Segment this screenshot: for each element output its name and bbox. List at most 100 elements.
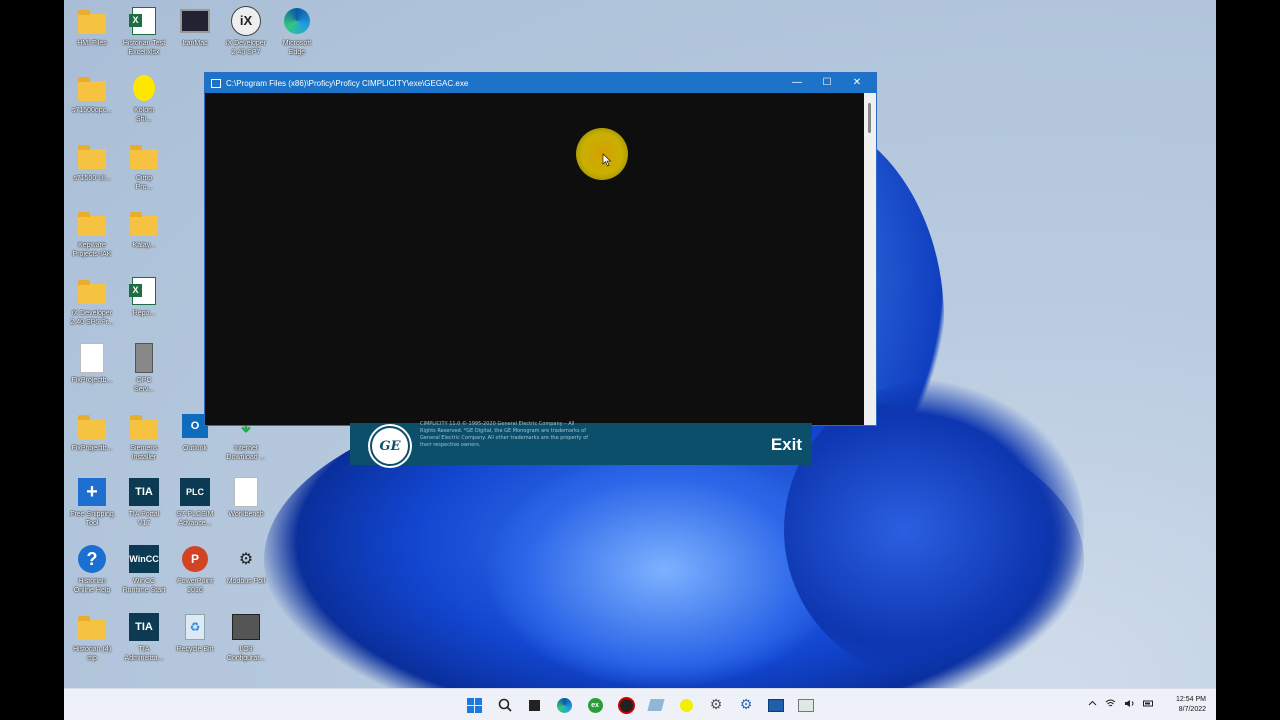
desktop-icon[interactable]: X Repo...	[116, 276, 172, 318]
cursor-highlight	[576, 128, 628, 180]
minimize-button[interactable]: —	[782, 73, 812, 93]
folder-icon	[77, 141, 107, 171]
desktop-icon[interactable]: Kalay...	[116, 208, 172, 250]
excel-icon: X	[129, 6, 159, 36]
desktop-icon[interactable]: ? Historian Online Help	[64, 544, 120, 595]
desktop-icon-label: OPC Serv...	[134, 377, 154, 393]
desktop-icon-label: s71500opc...	[71, 107, 113, 114]
desktop-icon-label: Kalay...	[132, 242, 156, 249]
desktop-icon[interactable]: WinCC WinCC Runtime Start	[116, 544, 172, 595]
console-output[interactable]	[205, 93, 864, 425]
exit-button[interactable]: Exit	[771, 435, 802, 455]
record-icon[interactable]	[616, 695, 636, 715]
close-button[interactable]: ✕	[842, 73, 872, 93]
scrollbar-thumb[interactable]	[868, 103, 871, 133]
desktop-icon[interactable]: P PowerPoint 2016	[167, 544, 223, 595]
desktop-icon-label: Internet Download ...	[226, 445, 266, 461]
desktop-icon[interactable]: iX Developer 2.40 SP6 Pr...	[64, 276, 120, 327]
tia-icon: TIA	[129, 477, 159, 507]
desktop-icon[interactable]: Workbench	[218, 477, 274, 519]
windows-start-icon[interactable]	[464, 695, 484, 715]
control-panel-icon[interactable]: ⚙	[736, 695, 756, 715]
desktop-icon[interactable]: I/O3 Configurat...	[218, 612, 274, 663]
excel-icon[interactable]: ex	[585, 695, 605, 715]
system-tray[interactable]	[1088, 699, 1154, 708]
desktop-icon-label: Free Snipping Tool	[70, 511, 114, 527]
desktop-icon[interactable]: Microsoft Edge	[269, 6, 325, 57]
folder-icon	[129, 411, 159, 441]
desktop-icon-label: FixProjectb...	[71, 445, 113, 452]
desktop-icon[interactable]: FixProjectb...	[64, 343, 120, 385]
remote-icon[interactable]	[766, 695, 786, 715]
desktop-icon-label: WinCC Runtime Start	[122, 578, 166, 594]
desktop-icon[interactable]: TIA TIA Administra...	[116, 612, 172, 663]
desktop-icon[interactable]: FixProjectb...	[64, 411, 120, 453]
console-icon[interactable]	[796, 695, 816, 715]
computer-icon	[180, 6, 210, 36]
desktop-icon[interactable]: Kepware Projects-IAK	[64, 208, 120, 259]
console-window[interactable]: C:\Program Files (x86)\Proficy\Proficy C…	[204, 72, 877, 426]
plcsim-icon: PLC	[180, 477, 210, 507]
folder-icon	[77, 208, 107, 238]
console-scrollbar[interactable]	[864, 93, 876, 425]
desktop-icon[interactable]: TIA TIA Portal V17	[116, 477, 172, 528]
ix-developer-icon: iX	[231, 6, 261, 36]
desktop-icon-label: iX Developer 2.40 SP6 Pr...	[70, 310, 114, 326]
console-title: C:\Program Files (x86)\Proficy\Proficy C…	[226, 78, 469, 88]
desktop[interactable]: HMI Files X Historian Test Excel.xlsx IranM…	[64, 0, 1216, 720]
folder-icon	[77, 612, 107, 642]
desktop-icon[interactable]: HMI Files	[64, 6, 120, 48]
edge-icon[interactable]	[554, 695, 574, 715]
chevron-up-icon[interactable]	[1088, 699, 1097, 708]
desktop-icon-label: Historian Test Excel.xlsx	[122, 40, 166, 56]
maximize-button[interactable]: ☐	[812, 73, 842, 93]
task-view-icon[interactable]	[524, 695, 544, 715]
desktop-icon-label: FixProjectb...	[71, 377, 113, 384]
desktop-icon[interactable]: s71500opc...	[64, 73, 120, 115]
desktop-icon-label: TIA Portal V17	[128, 511, 160, 527]
server-icon	[129, 343, 159, 373]
clock-date: 8/7/2022	[1178, 706, 1206, 713]
desktop-icon[interactable]: PLC S7-PLCSIM Advance...	[167, 477, 223, 528]
paint-icon[interactable]	[646, 695, 666, 715]
settings-icon[interactable]: ⚙	[706, 695, 726, 715]
desktop-icon-label: Siemens Installer	[130, 445, 158, 461]
tia-admin-icon: TIA	[129, 612, 159, 642]
config-icon	[231, 612, 261, 642]
desktop-icon[interactable]: Kolom Shi...	[116, 73, 172, 124]
desktop-icon[interactable]: Siemens Installer	[116, 411, 172, 462]
modbus-icon: ⚙	[238, 549, 254, 568]
desktop-icon[interactable]: ♻ Recycle Bin	[167, 612, 223, 654]
battery-icon[interactable]	[1143, 699, 1154, 708]
desktop-icon[interactable]: + Free Snipping Tool	[64, 477, 120, 528]
pointer-highlight-icon[interactable]	[676, 695, 696, 715]
desktop-icon-label: Cimp Pro...	[135, 175, 153, 191]
console-titlebar[interactable]: C:\Program Files (x86)\Proficy\Proficy C…	[205, 73, 876, 93]
desktop-icon-label: Kolom Shi...	[134, 107, 154, 123]
desktop-icon-label: Modbus Poll	[226, 578, 266, 585]
desktop-icon-label: HMI Files	[77, 40, 107, 47]
clock[interactable]: 12:54 PM 8/7/2022	[1176, 695, 1206, 715]
mouse-pointer-icon	[602, 153, 612, 167]
search-icon[interactable]	[495, 695, 515, 715]
desktop-icon[interactable]: IranMac	[167, 6, 223, 48]
console-app-icon	[211, 78, 221, 88]
desktop-icon[interactable]: OPC Serv...	[116, 343, 172, 394]
volume-icon[interactable]	[1124, 699, 1135, 708]
desktop-icon[interactable]: Cimp Pro...	[116, 141, 172, 192]
cimplicity-splash: GE CIMPLICITY 11.0 © 1995-2020 General E…	[350, 421, 812, 466]
desktop-icon[interactable]: Historian (4) mp	[64, 612, 120, 663]
desktop-icon[interactable]: ⚙ Modbus Poll	[218, 544, 274, 586]
desktop-icon-label: Historian (4) mp	[72, 646, 112, 662]
edge-icon	[282, 6, 312, 36]
right-letterbox	[1216, 0, 1280, 720]
shortcut-icon	[129, 73, 159, 103]
desktop-icon-label: Kepware Projects-IAK	[72, 242, 112, 258]
excel-icon: X	[129, 276, 159, 306]
desktop-icon[interactable]: X Historian Test Excel.xlsx	[116, 6, 172, 57]
desktop-icon-label: IranMac	[182, 40, 208, 47]
wifi-icon[interactable]	[1105, 699, 1116, 708]
desktop-icon[interactable]: iX iX Developer 2.40 SP7	[218, 6, 274, 57]
document-icon	[77, 343, 107, 373]
desktop-icon[interactable]: s71500 Ul...	[64, 141, 120, 183]
